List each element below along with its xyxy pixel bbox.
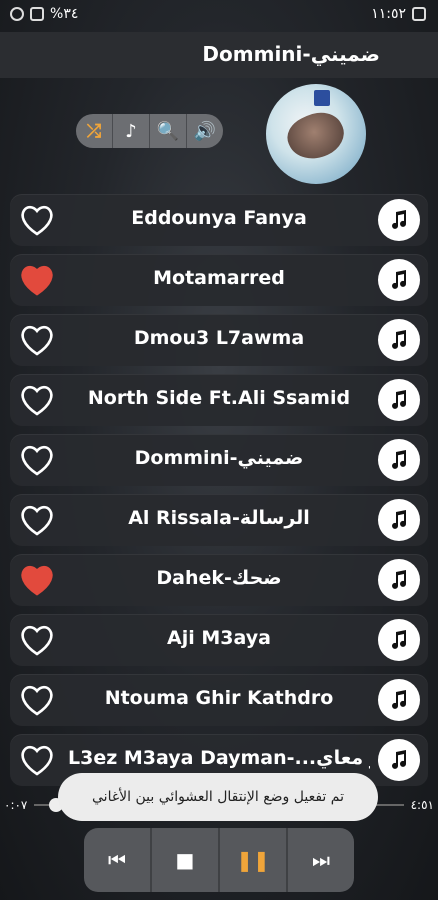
song-title: L3ez M3aya Dayman-...العز معاي [68, 747, 370, 769]
heart-icon[interactable] [18, 561, 56, 599]
song-list: Eddounya Fanya Motamarred Dmou3 L7awma Nort… [10, 194, 428, 794]
clock: ١١:٥٢ [371, 6, 406, 22]
stop-icon: ■ [175, 848, 195, 872]
volume-button[interactable]: 🔊 [187, 114, 223, 148]
song-title: Al Rissala-الرسالة [128, 507, 310, 529]
music-note-icon [392, 510, 407, 529]
stop-button[interactable]: ■ [152, 828, 220, 892]
song-row[interactable]: Eddounya Fanya [10, 194, 428, 246]
music-note-icon [392, 450, 407, 469]
song-row[interactable]: Dahek-ضحك [10, 554, 428, 606]
song-row[interactable]: Aji M3aya [10, 614, 428, 666]
title-bar: Dommini-ضميني [0, 32, 438, 78]
heart-icon[interactable] [18, 381, 56, 419]
play-song-button[interactable] [378, 679, 420, 721]
play-song-button[interactable] [378, 379, 420, 421]
heart-icon[interactable] [18, 321, 56, 359]
heart-icon[interactable] [18, 681, 56, 719]
song-title: Dommini-ضميني [134, 447, 304, 469]
play-song-button[interactable] [378, 499, 420, 541]
music-note-icon [392, 330, 407, 349]
music-note-icon [392, 630, 407, 649]
music-note-icon [392, 570, 407, 589]
search-button[interactable]: 🔍 [150, 114, 187, 148]
toast-message: تم تفعيل وضع الإنتقال العشوائي بين الأغا… [58, 773, 378, 821]
music-button[interactable]: ♪ [113, 114, 150, 148]
previous-button[interactable]: ⏮ [84, 828, 152, 892]
heart-icon[interactable] [18, 261, 56, 299]
pause-button[interactable]: ❚❚ [220, 828, 288, 892]
music-note-icon [392, 390, 407, 409]
music-note-icon [392, 750, 407, 769]
song-title: Motamarred [153, 267, 285, 289]
gallery-icon [30, 7, 44, 21]
song-title: Dahek-ضحك [156, 567, 282, 589]
song-title: Dmou3 L7awma [133, 327, 305, 349]
toolbar: ⤮ ♪ 🔍 🔊 [76, 114, 223, 148]
previous-icon: ⏮ [108, 848, 126, 872]
elapsed-time: ٠:٠٧ [4, 798, 28, 812]
song-title: Aji M3aya [167, 627, 271, 649]
song-row[interactable]: Motamarred [10, 254, 428, 306]
music-note-icon [392, 270, 407, 289]
heart-icon[interactable] [18, 741, 56, 779]
play-song-button[interactable] [378, 439, 420, 481]
song-title: North Side Ft.Ali Ssamid [87, 387, 351, 409]
play-song-button[interactable] [378, 199, 420, 241]
song-title: Ntouma Ghir Kathdro [104, 687, 334, 709]
song-row[interactable]: Dommini-ضميني [10, 434, 428, 486]
volume-icon: 🔊 [193, 120, 217, 142]
song-title: Eddounya Fanya [131, 207, 307, 229]
music-note-icon [392, 690, 407, 709]
play-song-button[interactable] [378, 319, 420, 361]
shuffle-icon: ⤮ [86, 120, 102, 142]
next-icon: ⏭ [312, 848, 330, 872]
artist-avatar [266, 84, 366, 184]
heart-icon[interactable] [18, 201, 56, 239]
heart-icon[interactable] [18, 441, 56, 479]
music-note-icon [392, 210, 407, 229]
song-row[interactable]: Ntouma Ghir Kathdro [10, 674, 428, 726]
play-song-button[interactable] [378, 619, 420, 661]
heart-icon[interactable] [18, 621, 56, 659]
play-song-button[interactable] [378, 559, 420, 601]
shuffle-button[interactable]: ⤮ [76, 114, 113, 148]
music-note-icon: ♪ [125, 120, 137, 142]
pause-icon: ❚❚ [236, 848, 270, 872]
total-time: ٤:٥١ [410, 798, 434, 812]
song-row[interactable]: Al Rissala-الرسالة [10, 494, 428, 546]
alarm-icon [10, 7, 24, 21]
play-song-button[interactable] [378, 739, 420, 781]
battery-text: %٣٤ [50, 6, 79, 22]
page-title: Dommini-ضميني [202, 42, 380, 66]
song-row[interactable]: Dmou3 L7awma [10, 314, 428, 366]
next-button[interactable]: ⏭ [288, 828, 354, 892]
notification-icon [412, 7, 426, 21]
search-icon: 🔍 [156, 120, 180, 142]
heart-icon[interactable] [18, 501, 56, 539]
song-row[interactable]: North Side Ft.Ali Ssamid [10, 374, 428, 426]
player-controls: ⏮ ■ ❚❚ ⏭ [84, 828, 354, 892]
play-song-button[interactable] [378, 259, 420, 301]
status-bar: %٣٤ ١١:٥٢ [0, 0, 438, 30]
